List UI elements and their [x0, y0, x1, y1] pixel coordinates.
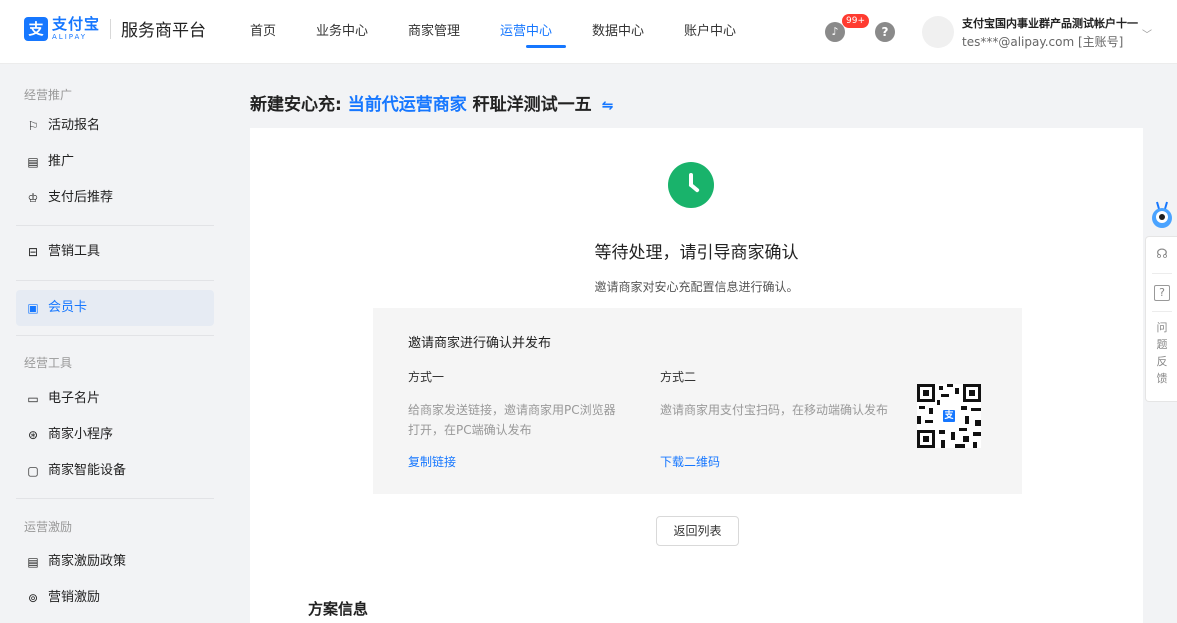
- sidebar-divider: [16, 280, 214, 281]
- method-two-title: 方式二: [660, 370, 697, 384]
- sidebar-divider: [16, 335, 214, 336]
- nav-item-home[interactable]: 首页: [250, 0, 316, 64]
- feedback-char: 问: [1156, 321, 1168, 334]
- swap-icon[interactable]: ⇋: [602, 98, 614, 114]
- method-two-description: 邀请商家用支付宝扫码，在移动端确认发布: [660, 403, 889, 417]
- sidebar-item-label: 营销工具: [48, 244, 101, 259]
- logo-name-cn: 支付宝: [52, 14, 101, 33]
- method-one-description: 给商家发送链接，邀请商家用PC浏览器打开，在PC端确认发布: [408, 403, 616, 437]
- back-to-list-button[interactable]: 返回列表: [656, 516, 739, 546]
- status-title: 等待处理，请引导商家确认: [594, 243, 799, 263]
- nav-item-account[interactable]: 账户中心: [684, 0, 776, 64]
- qr-code-icon: 支: [917, 384, 981, 448]
- download-qr-button[interactable]: 下载二维码: [660, 453, 720, 470]
- page-title-prefix: 新建安心充:: [250, 95, 342, 115]
- feedback-char: 馈: [1156, 372, 1168, 385]
- sidebar-item-incentive-policy[interactable]: ▤ 商家激励政策: [16, 544, 214, 580]
- sidebar-item-label: 商家小程序: [48, 427, 114, 442]
- nav-item-business[interactable]: 业务中心: [316, 0, 408, 64]
- logo-name-en: ALIPAY: [52, 32, 88, 41]
- sidebar-item-label: 推广: [48, 154, 75, 169]
- alipay-logo-icon: 支: [24, 16, 48, 41]
- avatar[interactable]: [922, 16, 954, 48]
- result-card: 等待处理，请引导商家确认 邀请商家对安心充配置信息进行确认。 邀请商家进行确认并…: [250, 128, 1143, 623]
- mascot-icon[interactable]: [1150, 200, 1174, 230]
- sidebar-item-marketing-incentive[interactable]: ⊚ 营销激励: [16, 580, 214, 616]
- id-card-icon: ▭: [27, 392, 39, 406]
- sidebar-group-label: 经营工具: [24, 356, 73, 370]
- feedback-char: 题: [1156, 338, 1168, 351]
- sidebar-item-marketing-tools[interactable]: ⊟ 营销工具: [16, 234, 214, 270]
- clock-icon: [668, 162, 714, 208]
- account-email[interactable]: tes***@alipay.com [主账号]: [962, 33, 1123, 50]
- logo-wordmark: 支付宝 ALIPAY: [52, 14, 101, 41]
- top-navbar: 支 支付宝 ALIPAY 服务商平台 首页 业务中心 商家管理 运营中心 数据中…: [0, 0, 1177, 64]
- sidebar-divider: [16, 225, 214, 226]
- sidebar-group-label: 经营推广: [24, 88, 73, 102]
- sidebar-item-label: 活动报名: [48, 118, 101, 133]
- headset-icon[interactable]: ☊: [1154, 247, 1170, 263]
- notification-badge: 99+: [842, 14, 869, 28]
- invite-title: 邀请商家进行确认并发布: [408, 336, 552, 351]
- sidebar-item-label: 支付后推荐: [48, 190, 114, 205]
- feedback-char: 反: [1156, 355, 1168, 368]
- nav-item-data[interactable]: 数据中心: [592, 0, 684, 64]
- policy-icon: ▤: [27, 555, 39, 569]
- sidebar-divider: [16, 498, 214, 499]
- float-divider: [1152, 311, 1172, 312]
- alipay-logo-icon: 支: [941, 408, 957, 424]
- merchant-name: 秆耻洋测试一五: [472, 95, 592, 115]
- sidebar-item-label: 营销激励: [48, 590, 101, 605]
- invite-panel: 邀请商家进行确认并发布 方式一 给商家发送链接，邀请商家用PC浏览器打开，在PC…: [373, 308, 1022, 494]
- sidebar-item-promotion[interactable]: ▤ 推广: [16, 144, 214, 180]
- sidebar-item-smart-device[interactable]: ▢ 商家智能设备: [16, 453, 214, 489]
- account-name[interactable]: 支付宝国内事业群产品测试帐户十一: [962, 15, 1138, 31]
- help-box-icon[interactable]: ?: [1154, 285, 1170, 301]
- sidebar-item-label: 电子名片: [48, 391, 101, 406]
- copy-link-button[interactable]: 复制链接: [408, 453, 456, 470]
- bell-icon[interactable]: ♪: [825, 22, 845, 42]
- sidebar-item-post-pay-recommend[interactable]: ♔ 支付后推荐: [16, 180, 214, 216]
- reward-icon: ⊚: [27, 591, 39, 605]
- sidebar-item-activity-signup[interactable]: ⚐ 活动报名: [16, 108, 214, 144]
- sidebar-group-label: 运营激励: [24, 520, 73, 534]
- platform-name: 服务商平台: [121, 21, 207, 41]
- page-title: 新建安心充: 当前代运营商家 秆耻洋测试一五 ⇋: [250, 90, 613, 115]
- sidebar-item-label: 商家激励政策: [48, 554, 127, 569]
- sidebar-item-label: 商家智能设备: [48, 463, 127, 478]
- help-icon[interactable]: ?: [875, 22, 895, 42]
- sidebar-item-label: 会员卡: [48, 300, 88, 315]
- nav-item-merchant[interactable]: 商家管理: [408, 0, 500, 64]
- device-icon: ▢: [27, 464, 39, 478]
- sidebar-item-business-card[interactable]: ▭ 电子名片: [16, 381, 214, 417]
- crown-icon: ♔: [27, 191, 39, 205]
- sidebar: 经营推广 ⚐ 活动报名 ▤ 推广 ♔ 支付后推荐 ⊟ 营销工具 ▣ 会员卡 经营…: [0, 64, 230, 623]
- method-one-title: 方式一: [408, 370, 445, 384]
- page-title-highlight: 当前代运营商家: [347, 95, 467, 115]
- card-icon: ▣: [27, 301, 39, 315]
- sidebar-item-mini-program[interactable]: ⊛ 商家小程序: [16, 417, 214, 453]
- status-description: 邀请商家对安心充配置信息进行确认。: [594, 280, 799, 294]
- toolbox-icon: ⊟: [27, 245, 39, 259]
- alipay-logo[interactable]: 支 支付宝 ALIPAY 服务商平台: [24, 16, 206, 41]
- plan-section-title: 方案信息: [308, 600, 369, 618]
- main-nav: 首页 业务中心 商家管理 运营中心 数据中心 账户中心: [250, 0, 776, 64]
- nav-item-operations[interactable]: 运营中心: [500, 0, 592, 64]
- floating-toolbar: ☊ ? 问 题 反 馈: [1145, 236, 1177, 402]
- sidebar-item-membership-card[interactable]: ▣ 会员卡: [16, 290, 214, 326]
- miniapp-icon: ⊛: [27, 428, 39, 442]
- chevron-down-icon[interactable]: ﹀: [1142, 26, 1152, 41]
- flag-icon: ⚐: [27, 119, 39, 133]
- float-divider: [1152, 273, 1172, 274]
- logo-divider: [110, 18, 112, 39]
- list-icon: ▤: [27, 155, 39, 169]
